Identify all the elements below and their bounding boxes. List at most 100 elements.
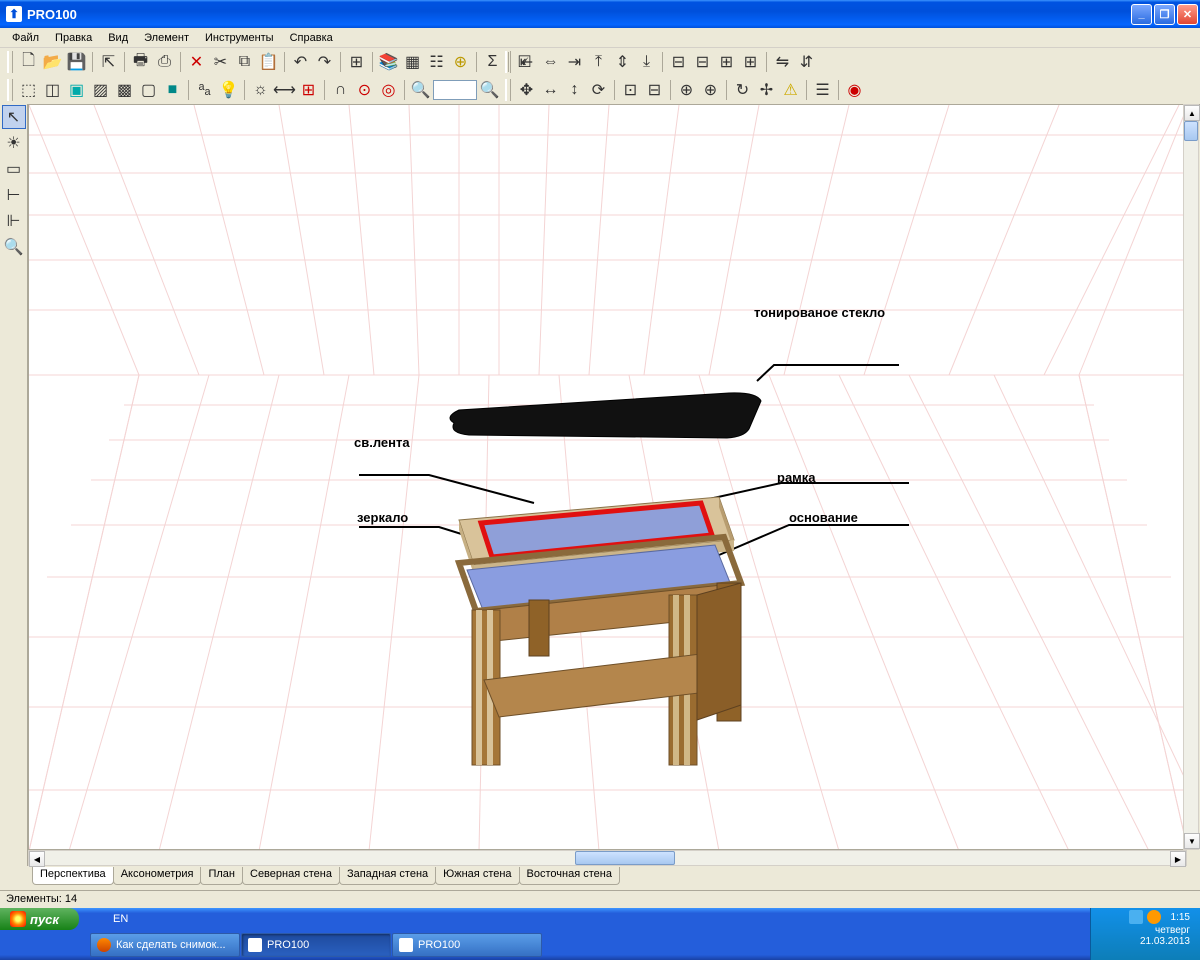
- new-file-icon[interactable]: 🗋: [17, 51, 40, 73]
- distribute-v-icon[interactable]: ⊟: [691, 51, 714, 73]
- system-tray[interactable]: 1:15 четверг 21.03.2013: [1090, 908, 1200, 960]
- rotate-axis-icon[interactable]: ✢: [755, 79, 778, 101]
- materials-icon[interactable]: ▦: [401, 51, 424, 73]
- start-button[interactable]: пуск: [0, 908, 79, 930]
- tool-extra-icon[interactable]: ☰: [811, 79, 834, 101]
- language-indicator[interactable]: EN: [109, 911, 132, 927]
- properties-icon[interactable]: ⊞: [345, 51, 368, 73]
- target-icon[interactable]: ◎: [377, 79, 400, 101]
- align-center-h-icon[interactable]: ⇔: [539, 51, 562, 73]
- structure-icon[interactable]: ☷: [425, 51, 448, 73]
- taskbar-item-pro100-1[interactable]: PRO100: [241, 933, 391, 957]
- group-icon[interactable]: ⊡: [619, 79, 642, 101]
- view-color-icon[interactable]: ▣: [65, 79, 88, 101]
- zoom-tool-icon[interactable]: 🔍: [2, 235, 26, 259]
- scroll-down-icon[interactable]: ▼: [1184, 833, 1200, 849]
- select-tool-icon[interactable]: ↖: [2, 105, 26, 129]
- scrollbar-horizontal[interactable]: ◀ ▶: [28, 850, 1187, 866]
- tab-north-wall[interactable]: Северная стена: [242, 867, 340, 885]
- flip-v-icon[interactable]: ⇵: [795, 51, 818, 73]
- menu-view[interactable]: Вид: [100, 30, 136, 46]
- rotate-icon[interactable]: ⟳: [587, 79, 610, 101]
- flip-h-icon[interactable]: ⇋: [771, 51, 794, 73]
- move-icon[interactable]: ✥: [515, 79, 538, 101]
- shadows-icon[interactable]: ☼: [249, 79, 272, 101]
- menu-tools[interactable]: Инструменты: [197, 30, 282, 46]
- align-left-icon[interactable]: ⇤: [515, 51, 538, 73]
- print-icon[interactable]: 🖶: [129, 51, 152, 73]
- view-draft-icon[interactable]: ◫: [41, 79, 64, 101]
- taskbar-item-firefox[interactable]: Как сделать снимок...: [90, 933, 240, 957]
- align-bottom-icon[interactable]: ⤓: [635, 51, 658, 73]
- panel-tool-icon[interactable]: ▭: [2, 157, 26, 181]
- align-top-icon[interactable]: ⤒: [587, 51, 610, 73]
- view-shaded-icon[interactable]: ■: [161, 79, 184, 101]
- object-base[interactable]: [459, 537, 741, 765]
- tab-perspective[interactable]: Перспектива: [32, 867, 114, 885]
- align-right-icon[interactable]: ⇥: [563, 51, 586, 73]
- ungroup-icon[interactable]: ⊟: [643, 79, 666, 101]
- tray-icon-1[interactable]: [1129, 910, 1143, 924]
- maximize-button[interactable]: ❐: [1154, 4, 1175, 25]
- scroll-left-icon[interactable]: ◀: [29, 851, 45, 867]
- view-outline-icon[interactable]: ▢: [137, 79, 160, 101]
- undo-icon[interactable]: ↶: [289, 51, 312, 73]
- light-tool-icon[interactable]: ☀: [2, 131, 26, 155]
- tray-icon-2[interactable]: [1147, 910, 1161, 924]
- tab-east-wall[interactable]: Восточная стена: [519, 867, 620, 885]
- tab-south-wall[interactable]: Южная стена: [435, 867, 519, 885]
- snap-icon[interactable]: ∩: [329, 79, 352, 101]
- cut-icon[interactable]: ✂: [209, 51, 232, 73]
- taskbar-item-pro100-2[interactable]: PRO100: [392, 933, 542, 957]
- toolbar-grip[interactable]: [7, 79, 13, 101]
- menu-file[interactable]: Файл: [4, 30, 47, 46]
- labels-icon[interactable]: ᵃₐ: [193, 79, 216, 101]
- scrollbar-vertical[interactable]: ▲ ▼: [1183, 104, 1199, 850]
- spacing-v-icon[interactable]: ⊞: [739, 51, 762, 73]
- redo-icon[interactable]: ↷: [313, 51, 336, 73]
- dimensions-icon[interactable]: ⟷: [273, 79, 296, 101]
- price-icon[interactable]: ⊕: [449, 51, 472, 73]
- copy-icon[interactable]: ⧉: [233, 51, 256, 73]
- move-xy-icon[interactable]: ↔: [539, 79, 562, 101]
- close-button[interactable]: ✕: [1177, 4, 1198, 25]
- open-file-icon[interactable]: 📂: [41, 51, 64, 73]
- paste-icon[interactable]: 📋: [257, 51, 280, 73]
- toolbar-grip[interactable]: [505, 51, 511, 73]
- minimize-button[interactable]: _: [1131, 4, 1152, 25]
- view-wireframe-icon[interactable]: ⬚: [17, 79, 40, 101]
- delete-icon[interactable]: ✕: [185, 51, 208, 73]
- dim-tool-icon[interactable]: ⊢: [2, 183, 26, 207]
- zoom-input[interactable]: [433, 80, 477, 100]
- spacing-h-icon[interactable]: ⊞: [715, 51, 738, 73]
- magnet-icon[interactable]: ⊙: [353, 79, 376, 101]
- toolbar-grip[interactable]: [505, 79, 511, 101]
- center-h-icon[interactable]: ⊕: [675, 79, 698, 101]
- rotate-cw-icon[interactable]: ↻: [731, 79, 754, 101]
- zoom-in-icon[interactable]: 🔍: [409, 79, 432, 101]
- scroll-right-icon[interactable]: ▶: [1170, 851, 1186, 867]
- move-z-icon[interactable]: ↕: [563, 79, 586, 101]
- scroll-up-icon[interactable]: ▲: [1184, 105, 1200, 121]
- link-tool-icon[interactable]: ⊩: [2, 209, 26, 233]
- view-realistic-icon[interactable]: ▩: [113, 79, 136, 101]
- center-v-icon[interactable]: ⊕: [699, 79, 722, 101]
- menu-help[interactable]: Справка: [282, 30, 341, 46]
- align-middle-icon[interactable]: ⇕: [611, 51, 634, 73]
- record-icon[interactable]: ◉: [843, 79, 866, 101]
- library-icon[interactable]: 📚: [377, 51, 400, 73]
- object-tinted-glass[interactable]: [450, 393, 761, 438]
- menu-edit[interactable]: Правка: [47, 30, 100, 46]
- distribute-h-icon[interactable]: ⊟: [667, 51, 690, 73]
- tab-plan[interactable]: План: [200, 867, 243, 885]
- light-icon[interactable]: 💡: [217, 79, 240, 101]
- print-preview-icon[interactable]: ⎙: [153, 51, 176, 73]
- warning-icon[interactable]: ⚠: [779, 79, 802, 101]
- export-icon[interactable]: ⇱: [97, 51, 120, 73]
- save-file-icon[interactable]: 💾: [65, 51, 88, 73]
- tab-axonometry[interactable]: Аксонометрия: [113, 867, 202, 885]
- toolbar-grip[interactable]: [7, 51, 13, 73]
- viewport-3d[interactable]: тонированое стекло св.лента рамка зеркал…: [28, 104, 1187, 850]
- tab-west-wall[interactable]: Западная стена: [339, 867, 436, 885]
- view-texture-icon[interactable]: ▨: [89, 79, 112, 101]
